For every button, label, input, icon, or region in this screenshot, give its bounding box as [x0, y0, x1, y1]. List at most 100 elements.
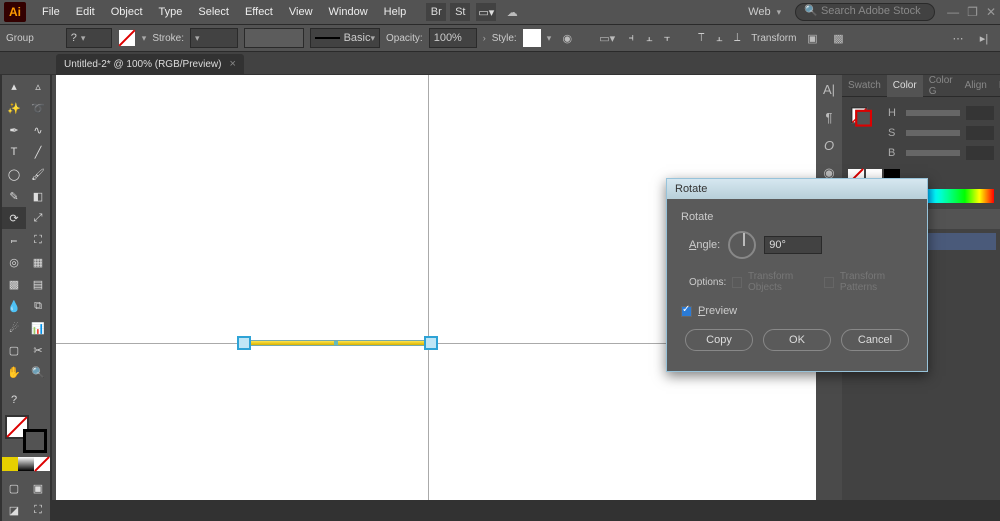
stroke-swatch[interactable]	[118, 29, 136, 47]
selection-tool[interactable]: ▴	[2, 75, 26, 97]
toggle-fill-stroke[interactable]: ?	[2, 389, 26, 411]
tab-pathfinder[interactable]: Pathfin	[993, 75, 1000, 97]
s-slider[interactable]	[906, 130, 960, 136]
s-value[interactable]	[966, 126, 994, 140]
screen-mode-icon[interactable]: ⛶	[26, 499, 50, 521]
screen-mode-normal[interactable]: ▢	[2, 477, 26, 499]
curvature-tool[interactable]: ∿	[26, 119, 50, 141]
scale-tool[interactable]: ⤢	[26, 207, 50, 229]
preview-checkbox[interactable]	[681, 306, 692, 317]
b-value[interactable]	[966, 146, 994, 160]
slice-tool[interactable]: ✂	[26, 339, 50, 361]
stroke-weight[interactable]: ▾	[190, 28, 238, 48]
opentype-panel-icon[interactable]: O	[816, 131, 842, 159]
character-panel-icon[interactable]: A|	[816, 75, 842, 103]
app-logo[interactable]: Ai	[4, 2, 26, 22]
gradient-tool[interactable]: ▤	[26, 273, 50, 295]
magic-wand-tool[interactable]: ✨	[2, 97, 26, 119]
menu-view[interactable]: View	[281, 6, 321, 18]
screen-mode-full[interactable]: ▣	[26, 477, 50, 499]
fill-stroke-indicator[interactable]	[5, 415, 47, 453]
style-swatch[interactable]	[523, 29, 541, 47]
free-transform-tool[interactable]: ⛶	[26, 229, 50, 251]
h-label: H	[888, 107, 900, 119]
h-value[interactable]	[966, 106, 994, 120]
brush-definition[interactable]: Basic▾	[310, 28, 380, 48]
anchor-point[interactable]	[237, 336, 251, 350]
lasso-tool[interactable]: ➰	[26, 97, 50, 119]
shape-builder-tool[interactable]: ◎	[2, 251, 26, 273]
color-fill-stroke[interactable]	[851, 107, 872, 127]
window-minimize-icon[interactable]: —	[947, 5, 959, 19]
document-tab[interactable]: Untitled-2* @ 100% (RGB/Preview) ×	[56, 54, 244, 74]
paragraph-panel-icon[interactable]: ¶	[816, 103, 842, 131]
width-tool[interactable]: ⫭	[2, 229, 26, 251]
opacity-chevron[interactable]: ›	[483, 33, 486, 43]
hand-tool[interactable]: ✋	[2, 361, 26, 383]
copy-button[interactable]: Copy	[685, 329, 753, 351]
opacity-input[interactable]: 100%	[429, 28, 477, 48]
dialog-titlebar[interactable]: Rotate	[667, 179, 927, 199]
menu-effect[interactable]: Effect	[237, 6, 281, 18]
select-similar-icon[interactable]: ▩	[828, 28, 848, 48]
isolate-icon[interactable]: ▣	[802, 28, 822, 48]
menu-edit[interactable]: Edit	[68, 6, 103, 18]
menu-type[interactable]: Type	[151, 6, 191, 18]
draw-mode[interactable]: ◪	[2, 499, 26, 521]
menu-select[interactable]: Select	[190, 6, 237, 18]
preview-label[interactable]: Preview	[698, 305, 737, 317]
tab-color-guide[interactable]: Color G	[923, 75, 959, 97]
ellipse-tool[interactable]: ◯	[2, 163, 26, 185]
angle-input[interactable]	[764, 236, 822, 254]
tab-swatches[interactable]: Swatch	[842, 75, 887, 97]
search-input[interactable]: 🔍 Search Adobe Stock	[795, 3, 935, 21]
window-close-icon[interactable]: ✕	[986, 5, 996, 19]
tab-align[interactable]: Align	[959, 75, 993, 97]
eraser-tool[interactable]: ◧	[26, 185, 50, 207]
type-tool[interactable]: T	[2, 141, 26, 163]
line-tool[interactable]: ╱	[26, 141, 50, 163]
anchor-point[interactable]	[424, 336, 438, 350]
workspace-switcher[interactable]: Web▾	[748, 6, 781, 18]
rotate-tool[interactable]: ⟳	[2, 207, 26, 229]
angle-dial[interactable]	[728, 231, 756, 259]
direct-selection-tool[interactable]: ▵	[26, 75, 50, 97]
path-midpoint[interactable]	[334, 341, 338, 345]
tab-close-icon[interactable]: ×	[229, 58, 235, 70]
mesh-tool[interactable]: ▩	[2, 273, 26, 295]
cancel-button[interactable]: Cancel	[841, 329, 909, 351]
ok-button[interactable]: OK	[763, 329, 831, 351]
artboard-tool[interactable]: ▢	[2, 339, 26, 361]
bridge-icon[interactable]: Br	[426, 3, 446, 21]
cloud-icon[interactable]: ☁	[502, 2, 522, 22]
menu-window[interactable]: Window	[321, 6, 376, 18]
graph-tool[interactable]: 📊	[26, 317, 50, 339]
eyedropper-tool[interactable]: 💧	[2, 295, 26, 317]
stock-icon[interactable]: St	[450, 3, 470, 21]
align-vertical[interactable]: ⟙⫠⟘	[693, 29, 745, 47]
fill-dropdown[interactable]: ?▾	[66, 28, 112, 48]
blend-tool[interactable]: ⧉	[26, 295, 50, 317]
shaper-tool[interactable]: ✎	[2, 185, 26, 207]
stroke-profile[interactable]	[244, 28, 304, 48]
zoom-tool[interactable]: 🔍	[26, 361, 50, 383]
tab-color[interactable]: Color	[887, 75, 923, 97]
overflow-icon[interactable]: ⋯	[948, 28, 968, 48]
menu-object[interactable]: Object	[103, 6, 151, 18]
pen-tool[interactable]: ✒	[2, 119, 26, 141]
menu-help[interactable]: Help	[376, 6, 415, 18]
recolor-icon[interactable]: ◉	[557, 28, 577, 48]
menu-file[interactable]: File	[34, 6, 68, 18]
arrange-icon[interactable]: ▭▾	[476, 3, 496, 21]
symbol-tool[interactable]: ☄	[2, 317, 26, 339]
align-horizontal[interactable]: ⫞⫠⫟	[623, 29, 675, 47]
paintbrush-tool[interactable]: 🖌	[26, 163, 50, 185]
perspective-tool[interactable]: ▦	[26, 251, 50, 273]
b-slider[interactable]	[906, 150, 960, 156]
doc-setup-icon[interactable]: ▭▾	[597, 28, 617, 48]
color-mode-icons[interactable]	[2, 457, 50, 471]
transform-link[interactable]: Transform	[751, 33, 796, 44]
window-restore-icon[interactable]: ❐	[967, 5, 978, 19]
h-slider[interactable]	[906, 110, 960, 116]
panel-expand-icon[interactable]: ▸|	[974, 28, 994, 48]
